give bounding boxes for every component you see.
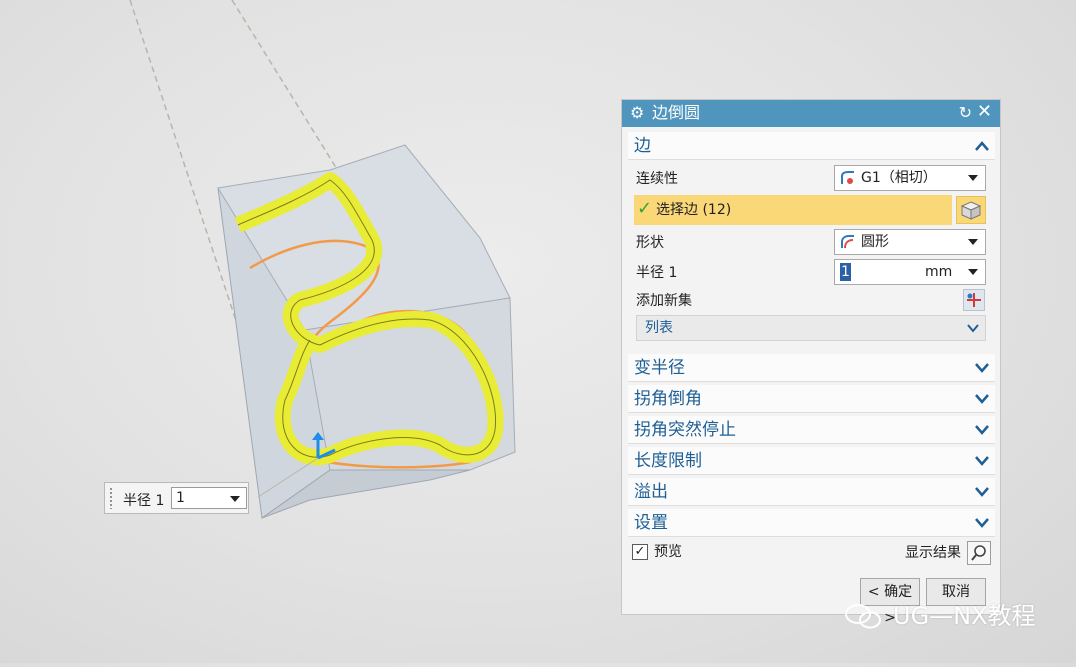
dropdown-arrow-icon [968,175,978,181]
magnifier-icon [971,545,986,561]
section-title: 设置 [634,513,668,533]
section-title: 拐角突然停止 [634,420,736,440]
construction-line [231,0,346,183]
floating-radius-value: 1 [176,490,185,506]
check-icon: ✓ [637,198,653,219]
drag-handle[interactable] [109,487,113,509]
floating-radius-field[interactable]: 1 [171,487,247,509]
shape-select[interactable]: 圆形 [834,229,986,255]
preview-checkbox[interactable]: ✓ [632,544,648,560]
floating-radius-label: 半径 1 [123,493,165,509]
gear-icon[interactable]: ⚙ [630,103,644,123]
select-edge-label: 选择边 (12) [656,202,732,218]
section-length-limit[interactable]: 长度限制 [628,447,995,475]
section-overflow[interactable]: 溢出 [628,478,995,506]
list-panel-header[interactable]: 列表 [636,315,986,341]
chevron-up-icon[interactable] [975,139,989,153]
chevron-down-icon[interactable] [975,516,989,530]
chevron-down-icon[interactable] [975,485,989,499]
edge-selector-button[interactable] [956,196,986,224]
construction-line [129,0,246,349]
chevron-down-icon[interactable] [975,361,989,375]
section-settings[interactable]: 设置 [628,509,995,537]
add-new-set-button[interactable] [963,289,985,311]
radius-label: 半径 1 [636,265,678,281]
select-edge-row[interactable]: ✓ 选择边 (12) [634,195,952,225]
show-result-button[interactable] [967,541,991,565]
watermark-text: UG—NX教程 [893,602,1036,630]
add-set-icon [967,293,981,307]
shape-value: 圆形 [861,234,889,250]
wechat-icon [845,604,881,629]
dropdown-arrow-icon[interactable] [968,269,978,275]
dialog-title: 边倒圆 [652,103,701,122]
section-corner-setback[interactable]: 拐角倒角 [628,385,995,413]
dialog-titlebar[interactable]: ⚙ 边倒圆 ↻ ✕ [622,100,1000,127]
chevron-down-icon[interactable] [975,454,989,468]
cube-icon [960,201,982,220]
circular-shape-icon [841,235,854,249]
list-label: 列表 [645,320,673,336]
section-variable-radius[interactable]: 变半径 [628,354,995,382]
edge-blend-dialog: ⚙ 边倒圆 ↻ ✕ 边 连续性 G1（相切） ✓ 选择边 (12) 形状 圆形 … [621,99,1001,626]
radius-unit: mm [925,264,953,280]
preview-label: 预览 [654,544,682,560]
section-title: 变半径 [634,358,685,378]
dropdown-arrow-icon [968,239,978,245]
show-result-label: 显示结果 [905,545,961,561]
continuity-select[interactable]: G1（相切） [834,165,986,191]
chevron-down-icon[interactable] [975,423,989,437]
tangent-continuity-icon [841,171,854,184]
shape-label: 形状 [636,235,664,251]
section-title: 长度限制 [634,451,702,471]
section-title: 拐角倒角 [634,389,702,409]
section-stop-short-of-corner[interactable]: 拐角突然停止 [628,416,995,444]
reset-icon[interactable]: ↻ [959,103,972,123]
section-edge-header[interactable]: 边 [628,132,995,160]
add-set-label: 添加新集 [636,293,692,309]
floating-radius-input[interactable]: 半径 1 1 [104,482,249,514]
radius-value[interactable]: 1 [840,263,851,281]
section-edge-title: 边 [634,136,651,156]
close-icon[interactable]: ✕ [977,102,992,122]
chevron-down-icon[interactable] [975,392,989,406]
continuity-label: 连续性 [636,171,678,187]
chevron-down-icon[interactable] [967,322,979,334]
continuity-value: G1（相切） [861,170,937,186]
section-title: 溢出 [634,482,668,502]
radius-input[interactable]: 1 mm [834,259,986,285]
dropdown-arrow-icon[interactable] [230,496,240,502]
